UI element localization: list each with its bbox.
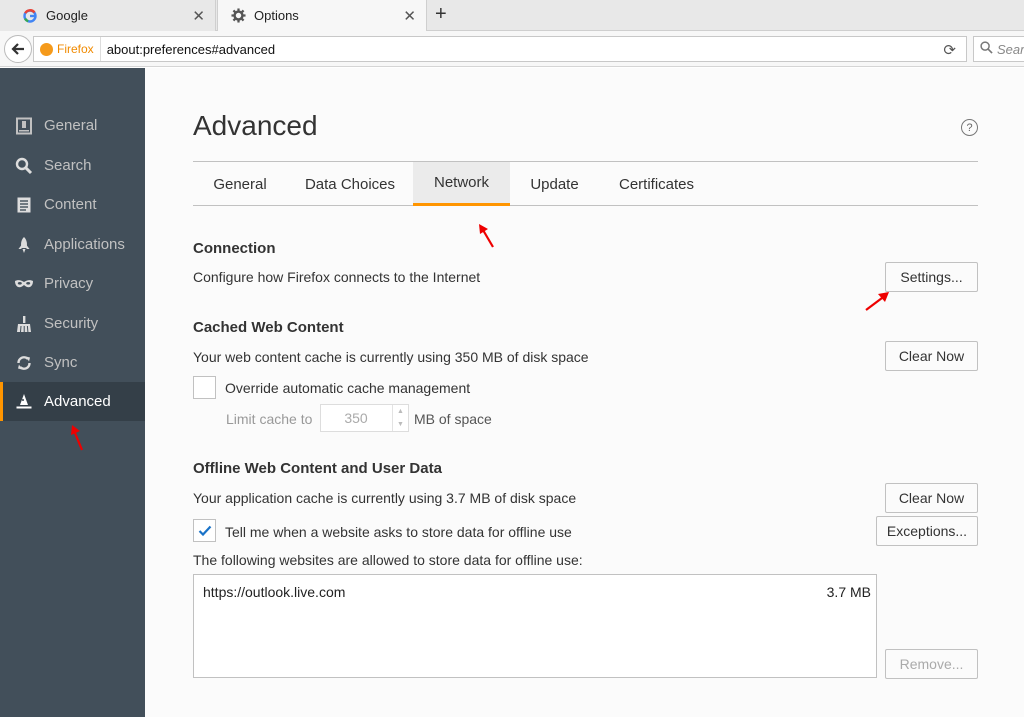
firefox-icon [40, 42, 53, 56]
preferences-pane: Advanced ? General Data Choices Network … [145, 68, 1024, 717]
identity-box[interactable]: Firefox [34, 37, 101, 61]
clear-offline-button[interactable]: Clear Now [885, 483, 978, 513]
broom-icon [14, 314, 34, 334]
sidebar-item-label: General [44, 117, 98, 134]
mask-icon [14, 274, 34, 294]
browser-tab-title: Google [46, 8, 88, 23]
sidebar-item-label: Security [44, 315, 99, 332]
offline-description: Your application cache is currently usin… [193, 490, 577, 506]
sidebar-item-label: Advanced [44, 393, 111, 410]
tab-strip: Google ✕ Options ✕ + [0, 0, 1024, 31]
gear-icon [230, 8, 246, 24]
connection-settings-button[interactable]: Settings... [885, 262, 978, 292]
tab-general[interactable]: General [193, 162, 287, 206]
offline-sites-list[interactable]: https://outlook.live.com 3.7 MB [193, 574, 877, 678]
connection-heading: Connection [193, 240, 276, 257]
close-tab-icon[interactable]: ✕ [192, 7, 205, 25]
tab-certificates[interactable]: Certificates [599, 162, 714, 206]
site-url: https://outlook.live.com [203, 584, 346, 600]
remove-button[interactable]: Remove... [885, 649, 978, 679]
annotation-arrow-icon [479, 224, 494, 248]
sidebar-item-label: Applications [44, 236, 125, 253]
url-text[interactable]: about:preferences#advanced [101, 42, 275, 57]
offline-notify-label[interactable]: Tell me when a website asks to store dat… [225, 524, 572, 540]
offline-heading: Offline Web Content and User Data [193, 460, 442, 477]
sidebar-item-label: Search [44, 157, 92, 174]
cache-unit-label: MB of space [414, 411, 492, 427]
override-cache-checkbox[interactable] [193, 376, 216, 399]
browser-tab-google[interactable]: Google ✕ [0, 0, 216, 31]
wizard-hat-icon [14, 392, 34, 412]
sidebar-item-label: Content [44, 196, 97, 213]
tab-network[interactable]: Network [413, 162, 510, 206]
page-title: Advanced [193, 110, 318, 141]
general-icon [14, 116, 34, 136]
preferences-sidebar: General Search Content Applications Priv… [0, 68, 145, 717]
annotation-arrow-icon [71, 425, 84, 451]
magnifier-icon [980, 41, 993, 57]
annotation-arrow-icon [865, 292, 889, 311]
offline-notify-checkbox[interactable] [193, 519, 216, 542]
browser-tab-title: Options [254, 8, 299, 23]
list-item[interactable]: https://outlook.live.com 3.7 MB [194, 581, 876, 603]
cache-heading: Cached Web Content [193, 319, 344, 336]
override-cache-label[interactable]: Override automatic cache management [225, 380, 470, 396]
stepper-arrows-icon[interactable]: ▲ ▼ [392, 405, 408, 431]
sidebar-item-search[interactable]: Search [0, 146, 145, 185]
rocket-icon [14, 235, 34, 255]
cache-size-value[interactable]: 350 [321, 410, 391, 426]
sidebar-item-advanced[interactable]: Advanced [0, 382, 145, 421]
new-tab-plus-icon[interactable]: + [435, 3, 447, 26]
sidebar-item-label: Sync [44, 354, 78, 371]
tab-update[interactable]: Update [510, 162, 599, 206]
sidebar-item-security[interactable]: Security [0, 304, 145, 343]
document-icon [14, 195, 34, 215]
identity-label: Firefox [57, 42, 94, 56]
help-icon[interactable]: ? [961, 119, 978, 136]
allowed-sites-label: The following websites are allowed to st… [193, 552, 583, 568]
clear-cache-button[interactable]: Clear Now [885, 341, 978, 371]
exceptions-button[interactable]: Exceptions... [876, 516, 978, 546]
cache-size-stepper[interactable]: 350 ▲ ▼ [320, 404, 409, 432]
tab-data-choices[interactable]: Data Choices [287, 162, 413, 206]
checkmark-icon [198, 525, 211, 536]
search-bar[interactable]: Sear [973, 36, 1024, 62]
google-icon [22, 8, 38, 24]
sidebar-item-general[interactable]: General [0, 106, 145, 145]
search-icon [14, 156, 34, 176]
connection-description: Configure how Firefox connects to the In… [193, 269, 481, 285]
url-bar[interactable]: Firefox about:preferences#advanced ⟳ [33, 36, 967, 62]
navigation-toolbar: Firefox about:preferences#advanced ⟳ Sea… [0, 31, 1024, 67]
browser-tab-options[interactable]: Options ✕ [217, 0, 427, 31]
sync-icon [14, 353, 34, 373]
search-placeholder: Sear [997, 41, 1024, 57]
sidebar-item-applications[interactable]: Applications [0, 225, 145, 264]
reload-icon[interactable]: ⟳ [943, 41, 956, 59]
cache-description: Your web content cache is currently usin… [193, 349, 589, 365]
sidebar-item-label: Privacy [44, 275, 94, 292]
sidebar-item-content[interactable]: Content [0, 185, 145, 224]
sidebar-item-privacy[interactable]: Privacy [0, 264, 145, 303]
sidebar-item-sync[interactable]: Sync [0, 343, 145, 382]
back-arrow-icon[interactable] [4, 35, 32, 63]
advanced-tabs: General Data Choices Network Update Cert… [193, 162, 978, 206]
site-size: 3.7 MB [826, 584, 871, 600]
limit-cache-label: Limit cache to [226, 411, 313, 427]
close-tab-icon[interactable]: ✕ [403, 7, 416, 25]
